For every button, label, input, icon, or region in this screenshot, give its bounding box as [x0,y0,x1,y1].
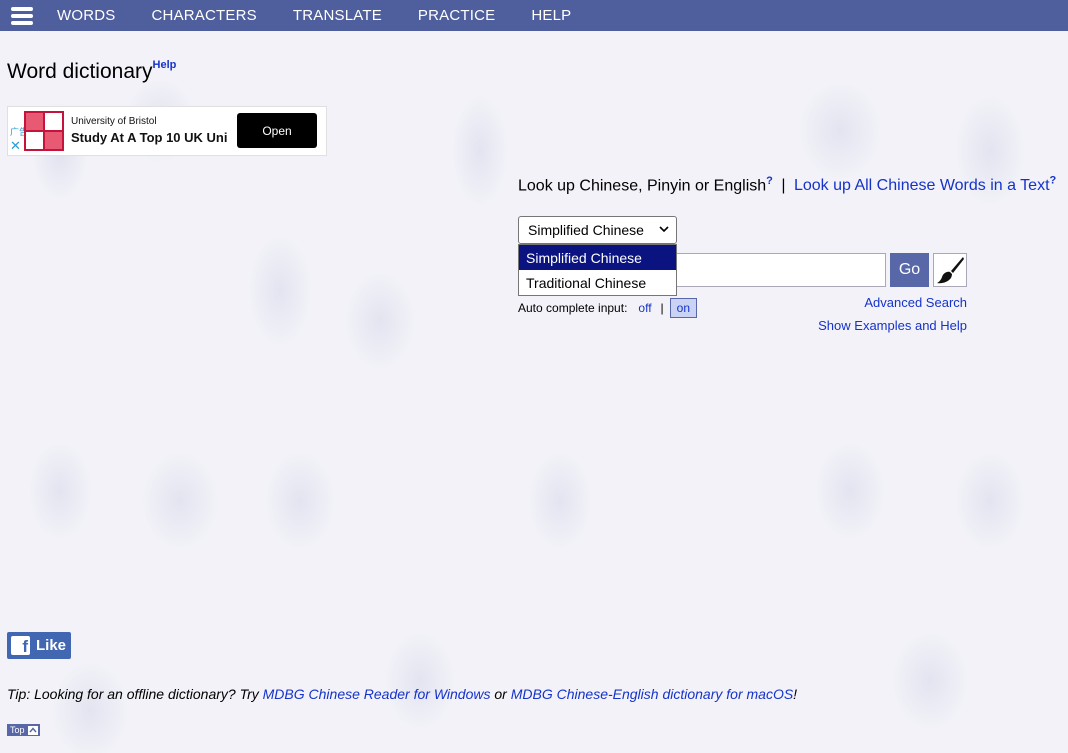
handwriting-brush-button[interactable] [933,253,967,287]
autocomplete-toggle: Auto complete input: off | on [518,298,698,318]
script-select[interactable]: Simplified Chinese [518,216,677,244]
lookup-heading-text: Look up Chinese, Pinyin or English [518,177,767,195]
university-logo-icon [24,111,64,151]
ad-headline: Study At A Top 10 UK Uni [71,130,228,145]
option-traditional-chinese[interactable]: Traditional Chinese [519,270,676,295]
page-title: Word dictionaryHelp [7,59,177,84]
facebook-like-button[interactable]: f Like [7,632,71,659]
lookup-heading: Look up Chinese, Pinyin or English? | Lo… [518,175,1056,195]
all-words-link-text[interactable]: Look up All Chinese Words in a Text [794,177,1050,194]
tip-suffix: ! [793,686,798,702]
autocomplete-label: Auto complete input: [518,301,628,315]
autocomplete-off-link[interactable]: off [638,301,651,315]
all-words-help-icon[interactable]: ? [1050,175,1057,187]
chevron-down-icon [659,226,669,233]
option-simplified-chinese[interactable]: Simplified Chinese [519,245,676,270]
tip-middle: or [490,686,511,702]
reader-windows-link[interactable]: MDBG Chinese Reader for Windows [263,686,491,702]
back-to-top-button[interactable]: Top [7,724,40,736]
page-title-text: Word dictionary [7,60,153,83]
examples-help-link[interactable]: Show Examples and Help [818,318,967,333]
nav-characters[interactable]: CHARACTERS [152,7,257,24]
hamburger-menu-icon[interactable] [11,6,33,25]
nav-translate[interactable]: TRANSLATE [293,7,382,24]
lookup-help-icon[interactable]: ? [766,175,773,187]
autocomplete-separator: | [660,301,664,315]
chevron-up-icon [27,725,38,735]
dictionary-macos-link[interactable]: MDBG Chinese-English dictionary for macO… [511,686,793,702]
ad-open-button[interactable]: Open [237,113,317,148]
ad-close-icon[interactable]: ✕ [10,139,21,152]
heading-separator: | [781,177,786,195]
go-button[interactable]: Go [890,253,929,287]
ad-brand: University of Bristol [71,116,157,127]
title-help-link[interactable]: Help [153,59,177,71]
ad-banner[interactable]: 广告 ✕ University of Bristol Study At A To… [7,106,327,156]
all-words-link[interactable]: Look up All Chinese Words in a Text? [794,175,1057,194]
nav-words[interactable]: WORDS [57,7,116,24]
tip-prefix: Tip: Looking for an offline dictionary? … [7,686,263,702]
nav-help[interactable]: HELP [531,7,571,24]
advanced-search-link[interactable]: Advanced Search [864,295,967,310]
tip-line: Tip: Looking for an offline dictionary? … [7,686,797,702]
autocomplete-on-button[interactable]: on [669,298,698,318]
nav-practice[interactable]: PRACTICE [418,7,495,24]
top-navbar: WORDS CHARACTERS TRANSLATE PRACTICE HELP [0,0,1068,31]
like-label: Like [36,637,67,654]
script-select-value: Simplified Chinese [528,222,644,238]
brush-icon [937,257,964,284]
top-label: Top [10,725,25,735]
script-dropdown-list: Simplified Chinese Traditional Chinese [518,244,677,296]
facebook-icon: f [11,636,30,655]
